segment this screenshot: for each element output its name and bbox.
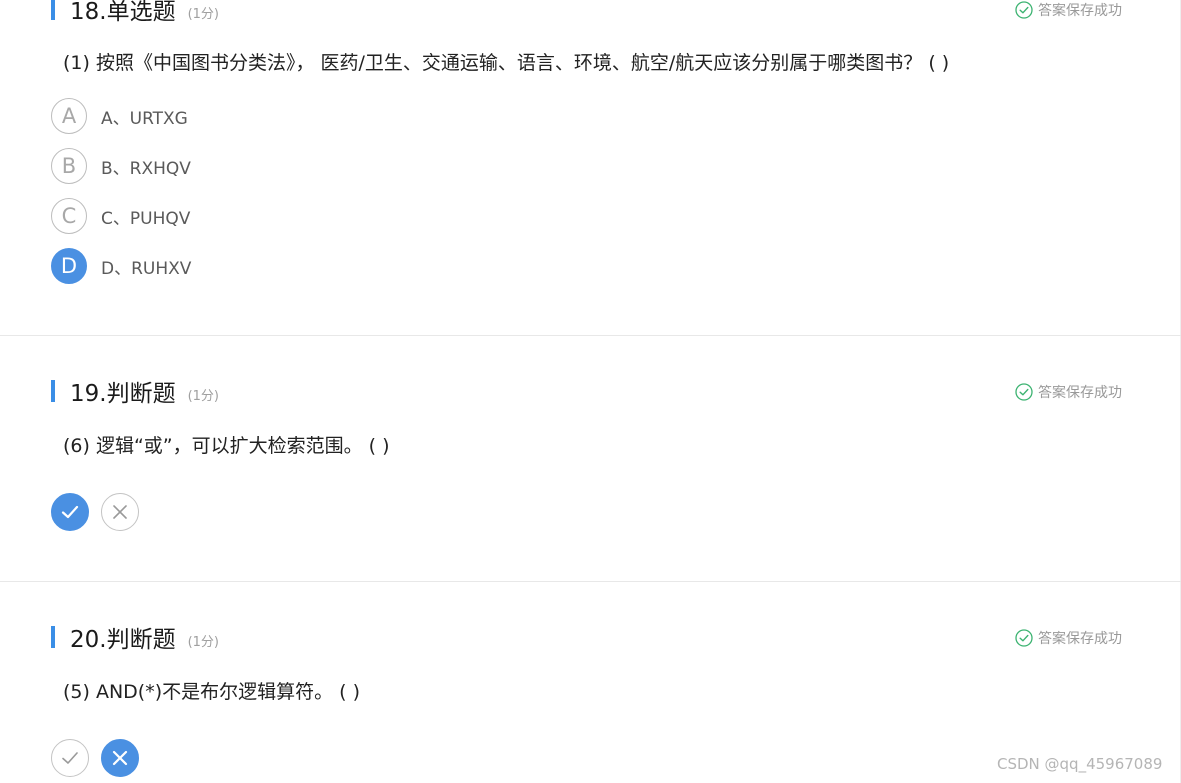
save-status: 答案保存成功 bbox=[1015, 0, 1122, 20]
question-score: (1分) bbox=[187, 6, 219, 22]
check-circle-icon bbox=[1015, 383, 1033, 401]
question-18-header: 18.单选题 (1分) bbox=[51, 0, 219, 25]
option-label: A、URTXG bbox=[101, 108, 188, 129]
cross-icon bbox=[112, 750, 128, 766]
csdn-watermark: CSDN @qq_45967089 bbox=[997, 755, 1163, 773]
option-letter-circle[interactable]: C bbox=[51, 198, 87, 234]
save-status-text: 答案保存成功 bbox=[1038, 385, 1122, 401]
check-circle-icon bbox=[1015, 1, 1033, 19]
question-marker bbox=[51, 380, 55, 402]
option-c[interactable]: C C、PUHQV bbox=[51, 198, 190, 234]
option-a[interactable]: A A、URTXG bbox=[51, 98, 188, 134]
false-button-selected[interactable] bbox=[101, 739, 139, 777]
false-button[interactable] bbox=[101, 493, 139, 531]
question-text: (5) AND(*)不是布尔逻辑算符。 ( ) bbox=[63, 681, 361, 703]
option-letter-circle[interactable]: B bbox=[51, 148, 87, 184]
option-label: D、RUHXV bbox=[101, 258, 192, 279]
save-status: 答案保存成功 bbox=[1015, 382, 1122, 402]
save-status: 答案保存成功 bbox=[1015, 628, 1122, 648]
question-text: (6) 逻辑“或”，可以扩大检索范围。 ( ) bbox=[63, 435, 390, 457]
question-score: (1分) bbox=[187, 634, 219, 650]
option-letter-circle[interactable]: A bbox=[51, 98, 87, 134]
check-icon bbox=[61, 505, 79, 519]
question-19-header: 19.判断题 (1分) bbox=[51, 376, 219, 407]
section-divider bbox=[0, 581, 1181, 582]
question-text: (1) 按照《中国图书分类法》， 医药/卫生、交通运输、语言、环境、航空/航天应… bbox=[63, 52, 950, 74]
save-status-text: 答案保存成功 bbox=[1038, 631, 1122, 647]
option-label: C、PUHQV bbox=[101, 208, 191, 229]
question-title: 20.判断题 bbox=[70, 627, 176, 653]
exam-page: 18.单选题 (1分) 答案保存成功 (1) 按照《中国图书分类法》， 医药/卫… bbox=[0, 0, 1181, 783]
save-status-text: 答案保存成功 bbox=[1038, 3, 1122, 19]
cross-icon bbox=[113, 505, 127, 519]
option-d[interactable]: D D、RUHXV bbox=[51, 248, 191, 284]
question-marker bbox=[51, 626, 55, 648]
question-score: (1分) bbox=[187, 388, 219, 404]
question-title: 18.单选题 bbox=[70, 0, 176, 25]
option-label: B、RXHQV bbox=[101, 158, 191, 179]
question-marker bbox=[51, 0, 55, 20]
question-title: 19.判断题 bbox=[70, 381, 176, 407]
true-button[interactable] bbox=[51, 739, 89, 777]
true-button-selected[interactable] bbox=[51, 493, 89, 531]
question-20-header: 20.判断题 (1分) bbox=[51, 622, 219, 653]
option-letter-circle-selected[interactable]: D bbox=[51, 248, 87, 284]
check-circle-icon bbox=[1015, 629, 1033, 647]
option-b[interactable]: B B、RXHQV bbox=[51, 148, 191, 184]
section-divider bbox=[0, 335, 1181, 336]
check-icon bbox=[62, 752, 78, 764]
